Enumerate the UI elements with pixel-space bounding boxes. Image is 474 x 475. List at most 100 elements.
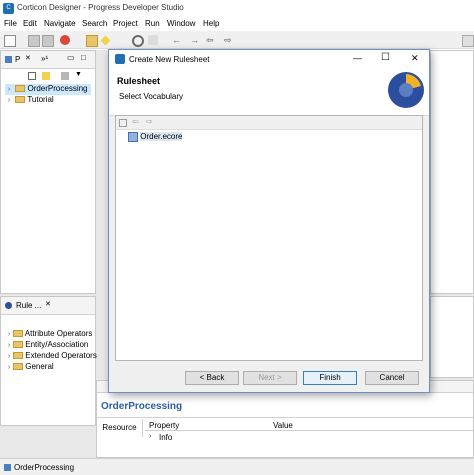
dialog-title: Create New Rulesheet (129, 55, 210, 64)
tree-item-general[interactable]: › General (5, 362, 95, 373)
view-menu-icon[interactable]: ▼ (75, 71, 82, 78)
maximize-button[interactable]: ☐ (381, 52, 390, 63)
next-button[interactable]: Next > (243, 371, 297, 385)
chevron-right-icon[interactable]: › (5, 86, 13, 93)
status-text: OrderProcessing (14, 463, 75, 472)
tree-item-attribute-operators[interactable]: › Attribute Operators (5, 329, 95, 340)
tree-item-label: Entity/Association (25, 340, 89, 349)
maximize-icon[interactable]: □ (81, 53, 86, 62)
tree-item-extended-operators[interactable]: › Extended Operators (5, 351, 97, 362)
perspective-icon[interactable] (462, 35, 474, 47)
link-editor-icon[interactable] (42, 72, 50, 80)
resource-tab[interactable]: Resource (97, 419, 143, 437)
menu-file[interactable]: File (4, 19, 17, 28)
minimize-button[interactable]: — (353, 53, 362, 63)
close-tab-icon[interactable]: ✕ (45, 300, 51, 308)
rule-operator-panel: Rule ... ✕ › Attribute Operators › Entit… (0, 296, 97, 426)
folder-icon (13, 363, 23, 371)
search-icon[interactable] (132, 35, 144, 47)
back-arrow-icon[interactable]: ← (172, 35, 182, 45)
vocabulary-item-order-ecore[interactable]: Order.ecore (128, 132, 183, 143)
menu-search[interactable]: Search (82, 19, 107, 28)
project-explorer-tab[interactable]: P (15, 55, 20, 64)
chevron-right-icon[interactable]: › (5, 331, 13, 338)
corticon-app-icon: C (3, 3, 14, 14)
tree-item-entity-association[interactable]: › Entity/Association (5, 340, 95, 351)
menu-navigate[interactable]: Navigate (44, 19, 76, 28)
project-explorer-panel: P ✕ »¹ ▭ □ ▼ › OrderProcessing › Tutoria… (0, 50, 96, 294)
tree-item-label: Tutorial (27, 95, 54, 104)
close-button[interactable]: ✕ (411, 53, 419, 64)
properties-divider (97, 417, 473, 418)
project-explorer-toolbar: ▼ (1, 69, 95, 84)
back-arrow-icon[interactable]: ⇦ (132, 117, 139, 126)
finish-button[interactable]: Finish (303, 371, 357, 385)
save-all-icon[interactable] (42, 35, 54, 47)
overflow-tab[interactable]: »¹ (41, 54, 48, 63)
window-title-bar: C Corticon Designer - Progress Developer… (0, 0, 474, 17)
home-icon[interactable] (119, 119, 127, 127)
info-row[interactable]: › Info (145, 432, 345, 443)
save-icon[interactable] (28, 35, 40, 47)
chevron-right-icon[interactable]: › (5, 364, 13, 371)
vocabulary-item-label: Order.ecore (140, 132, 183, 142)
chevron-right-icon[interactable]: › (5, 97, 13, 104)
run-icon[interactable] (60, 35, 70, 45)
forward-arrow-icon[interactable]: ⇨ (146, 117, 153, 126)
dialog-subheading: Select Vocabulary (119, 92, 184, 101)
back-button[interactable]: < Back (185, 371, 239, 385)
build-icon[interactable] (100, 35, 111, 46)
cancel-button[interactable]: Cancel (365, 371, 419, 385)
menu-run[interactable]: Run (145, 19, 160, 28)
menu-bar: File Edit Navigate Search Project Run Wi… (0, 17, 474, 31)
open-folder-icon[interactable] (86, 35, 98, 47)
tree-item-label: Attribute Operators (24, 329, 93, 338)
menu-edit[interactable]: Edit (23, 19, 37, 28)
filter-icon[interactable] (61, 72, 69, 80)
project-tree: › OrderProcessing › Tutorial (1, 84, 95, 106)
properties-title: OrderProcessing (101, 401, 183, 412)
corticon-logo-icon (388, 72, 424, 108)
dialog-heading: Rulesheet (117, 76, 161, 86)
minimize-icon[interactable]: ▭ (67, 53, 75, 62)
dialog-app-icon (115, 54, 125, 64)
right-lower-panel-edge (430, 296, 474, 378)
dialog-title-bar: Create New Rulesheet — ☐ ✕ (109, 50, 429, 69)
nav-back-icon[interactable]: ⇦ (206, 35, 216, 45)
close-tab-icon[interactable]: ✕ (25, 54, 31, 62)
status-project-icon (4, 464, 11, 471)
menu-help[interactable]: Help (203, 19, 219, 28)
annotation-icon[interactable] (148, 35, 158, 45)
info-row-label: Info (159, 433, 173, 442)
tree-item-label: Extended Operators (25, 351, 97, 360)
tree-item-label: OrderProcessing (27, 84, 88, 93)
rule-operator-tree: › Attribute Operators › Entity/Associati… (1, 329, 97, 373)
tree-item-orderprocessing[interactable]: › OrderProcessing (5, 84, 91, 95)
rule-operator-tab[interactable]: Rule ... (16, 301, 41, 310)
value-column-header[interactable]: Value (273, 421, 293, 430)
menu-project[interactable]: Project (113, 19, 138, 28)
forward-arrow-icon[interactable]: → (190, 35, 200, 45)
new-icon[interactable] (4, 35, 16, 47)
dialog-header: Rulesheet Select Vocabulary (109, 69, 429, 116)
rule-operator-icon (5, 302, 12, 309)
status-bar: OrderProcessing (0, 458, 474, 475)
chevron-right-icon[interactable]: › (5, 342, 13, 349)
ecore-file-icon (128, 132, 138, 142)
tree-item-tutorial[interactable]: › Tutorial (5, 95, 95, 106)
chevron-right-icon[interactable]: › (149, 433, 151, 440)
project-folder-icon (15, 85, 26, 93)
property-column-header[interactable]: Property (149, 421, 179, 430)
chevron-right-icon[interactable]: › (5, 353, 13, 360)
project-icon (5, 56, 12, 63)
project-folder-icon (15, 96, 26, 104)
editor-area-edge (430, 50, 474, 294)
properties-table-header: Property Value (145, 419, 473, 431)
vocabulary-tree-toolbar: ⇦ ⇨ (116, 116, 422, 130)
collapse-all-icon[interactable] (28, 72, 36, 80)
nav-forward-icon[interactable]: ⇨ (224, 35, 234, 45)
menu-window[interactable]: Window (167, 19, 195, 28)
rule-operator-tab-header: Rule ... ✕ (1, 297, 95, 315)
folder-icon (13, 330, 23, 338)
tree-item-label: General (25, 362, 54, 371)
